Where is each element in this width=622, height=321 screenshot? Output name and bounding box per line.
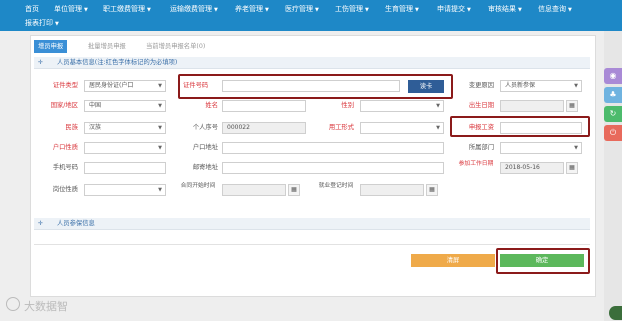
chevron-down-icon: ▼ bbox=[467, 7, 471, 13]
chevron-down-icon: ▼ bbox=[158, 83, 162, 89]
emp-form-label: 用工形式 bbox=[328, 124, 354, 131]
ethnic-label: 民族 bbox=[65, 124, 78, 131]
section-insurance-info-header bbox=[34, 218, 590, 230]
nav-info-query[interactable]: 信息查询 ▼ bbox=[538, 5, 572, 15]
birth-date-input[interactable] bbox=[500, 100, 564, 112]
calendar-icon[interactable]: ▦ bbox=[426, 184, 438, 196]
chevron-down-icon: ▼ bbox=[265, 7, 269, 13]
chevron-down-icon: ▼ bbox=[84, 7, 88, 13]
chevron-down-icon: ▼ bbox=[55, 21, 59, 27]
nav-transport-payment[interactable]: 运输缴费管理 ▼ bbox=[170, 5, 218, 15]
nav-apply-submit[interactable]: 申请提交 ▼ bbox=[437, 5, 471, 15]
chevron-down-icon: ▼ bbox=[415, 7, 419, 13]
country-label: 国家/地区 bbox=[50, 102, 78, 109]
country-select[interactable]: 中国 ▼ bbox=[84, 100, 166, 112]
hukou-nature-select[interactable]: ▼ bbox=[84, 142, 166, 154]
tab-batch-add-staff[interactable]: 批量增员申报 bbox=[84, 40, 130, 53]
work-date-label: 参加工作日期 bbox=[458, 161, 494, 167]
change-reason-select[interactable]: 人员新参保 ▼ bbox=[500, 80, 582, 92]
divider bbox=[34, 244, 590, 245]
nav-maternity[interactable]: 生育管理 ▼ bbox=[385, 5, 419, 15]
corner-widget-icon[interactable] bbox=[609, 306, 622, 320]
tab-current-list[interactable]: 当前增员申报名单(0) bbox=[142, 40, 209, 53]
plus-icon: ✛ bbox=[38, 220, 44, 227]
section-basic-info-title: 人员基本信息(注:红色字体标记的为必填项) bbox=[57, 59, 178, 66]
chevron-down-icon: ▼ bbox=[518, 7, 522, 13]
nav-pension[interactable]: 养老管理 ▼ bbox=[235, 5, 269, 15]
name-input[interactable] bbox=[222, 100, 306, 112]
post-nature-select[interactable]: ▼ bbox=[84, 184, 166, 196]
eye-icon[interactable]: ◉ bbox=[604, 68, 622, 84]
watermark-logo-icon bbox=[6, 297, 20, 311]
personal-no-input[interactable]: 000022 bbox=[222, 122, 306, 134]
personal-no-label: 个人序号 bbox=[192, 124, 218, 131]
nav-audit-result[interactable]: 审核结果 ▼ bbox=[488, 5, 522, 15]
work-date-input[interactable]: 2018-05-16 bbox=[500, 162, 564, 174]
phone-input[interactable] bbox=[84, 162, 166, 174]
chevron-down-icon: ▼ bbox=[147, 7, 151, 13]
calendar-icon[interactable]: ▦ bbox=[288, 184, 300, 196]
emp-form-select[interactable]: ▼ bbox=[360, 122, 444, 134]
chevron-down-icon: ▼ bbox=[365, 7, 369, 13]
tab-add-staff[interactable]: 增员申报 bbox=[34, 40, 68, 53]
gender-label: 性别 bbox=[341, 102, 354, 109]
cert-type-label: 证件类型 bbox=[52, 82, 78, 89]
clear-button[interactable]: 清屏 bbox=[411, 254, 495, 267]
plus-icon: ✛ bbox=[38, 59, 44, 66]
chevron-down-icon: ▼ bbox=[315, 7, 319, 13]
top-nav: 首页 单位管理 ▼ 职工缴费管理 ▼ 运输缴费管理 ▼ 养老管理 ▼ 医疗管理 ▼ 工伤管… bbox=[0, 0, 622, 31]
highlight-cert-no bbox=[178, 74, 453, 99]
chevron-down-icon: ▼ bbox=[158, 187, 162, 193]
reemploy-label: 就业登记时间 bbox=[318, 183, 354, 189]
calendar-icon[interactable]: ▦ bbox=[566, 162, 578, 174]
nav-injury[interactable]: 工伤管理 ▼ bbox=[335, 5, 369, 15]
contract-start-input[interactable] bbox=[222, 184, 286, 196]
nav-staff-payment[interactable]: 职工缴费管理 ▼ bbox=[103, 5, 151, 15]
nav-unit-management[interactable]: 单位管理 ▼ bbox=[54, 5, 88, 15]
chevron-down-icon: ▼ bbox=[574, 83, 578, 89]
gender-select[interactable]: ▼ bbox=[360, 100, 444, 112]
hukou-address-input[interactable] bbox=[222, 142, 444, 154]
watermark-text: 大数据智 bbox=[24, 300, 68, 313]
chevron-down-icon: ▼ bbox=[568, 7, 572, 13]
nav-medical[interactable]: 医疗管理 ▼ bbox=[285, 5, 319, 15]
dept-select[interactable]: ▼ bbox=[500, 142, 582, 154]
name-label: 姓名 bbox=[205, 102, 218, 109]
mail-address-label: 邮寄地址 bbox=[192, 164, 218, 171]
change-reason-label: 变更原因 bbox=[468, 82, 494, 89]
dept-label: 所属部门 bbox=[468, 144, 494, 151]
chevron-down-icon: ▼ bbox=[158, 103, 162, 109]
mail-address-input[interactable] bbox=[222, 162, 444, 174]
cert-type-select[interactable]: 居民身份证(户口 ▼ bbox=[84, 80, 166, 92]
post-nature-label: 岗位性质 bbox=[52, 186, 78, 193]
hukou-address-label: 户口地址 bbox=[192, 144, 218, 151]
chevron-down-icon: ▼ bbox=[574, 145, 578, 151]
chevron-down-icon: ▼ bbox=[158, 125, 162, 131]
chevron-down-icon: ▼ bbox=[436, 103, 440, 109]
highlight-declared-wage bbox=[450, 116, 590, 137]
power-icon[interactable]: ⏻ bbox=[604, 125, 622, 141]
birth-date-label: 出生日期 bbox=[468, 102, 494, 109]
nav-report-print[interactable]: 报表打印 ▼ bbox=[25, 19, 59, 29]
calendar-icon[interactable]: ▦ bbox=[566, 100, 578, 112]
tree-icon[interactable]: ♣ bbox=[604, 87, 622, 103]
ethnic-select[interactable]: 汉族 ▼ bbox=[84, 122, 166, 134]
phone-label: 手机号码 bbox=[52, 164, 78, 171]
chevron-down-icon: ▼ bbox=[158, 145, 162, 151]
section-insurance-info-title: 人员参保信息 bbox=[57, 220, 95, 227]
hukou-nature-label: 户口性质 bbox=[52, 144, 78, 151]
chevron-down-icon: ▼ bbox=[436, 125, 440, 131]
refresh-icon[interactable]: ↻ bbox=[604, 106, 622, 122]
contract-start-label: 合同开始时间 bbox=[180, 183, 216, 189]
chevron-down-icon: ▼ bbox=[214, 7, 218, 13]
highlight-confirm bbox=[496, 248, 590, 274]
reemploy-input[interactable] bbox=[360, 184, 424, 196]
nav-home[interactable]: 首页 bbox=[25, 5, 39, 14]
